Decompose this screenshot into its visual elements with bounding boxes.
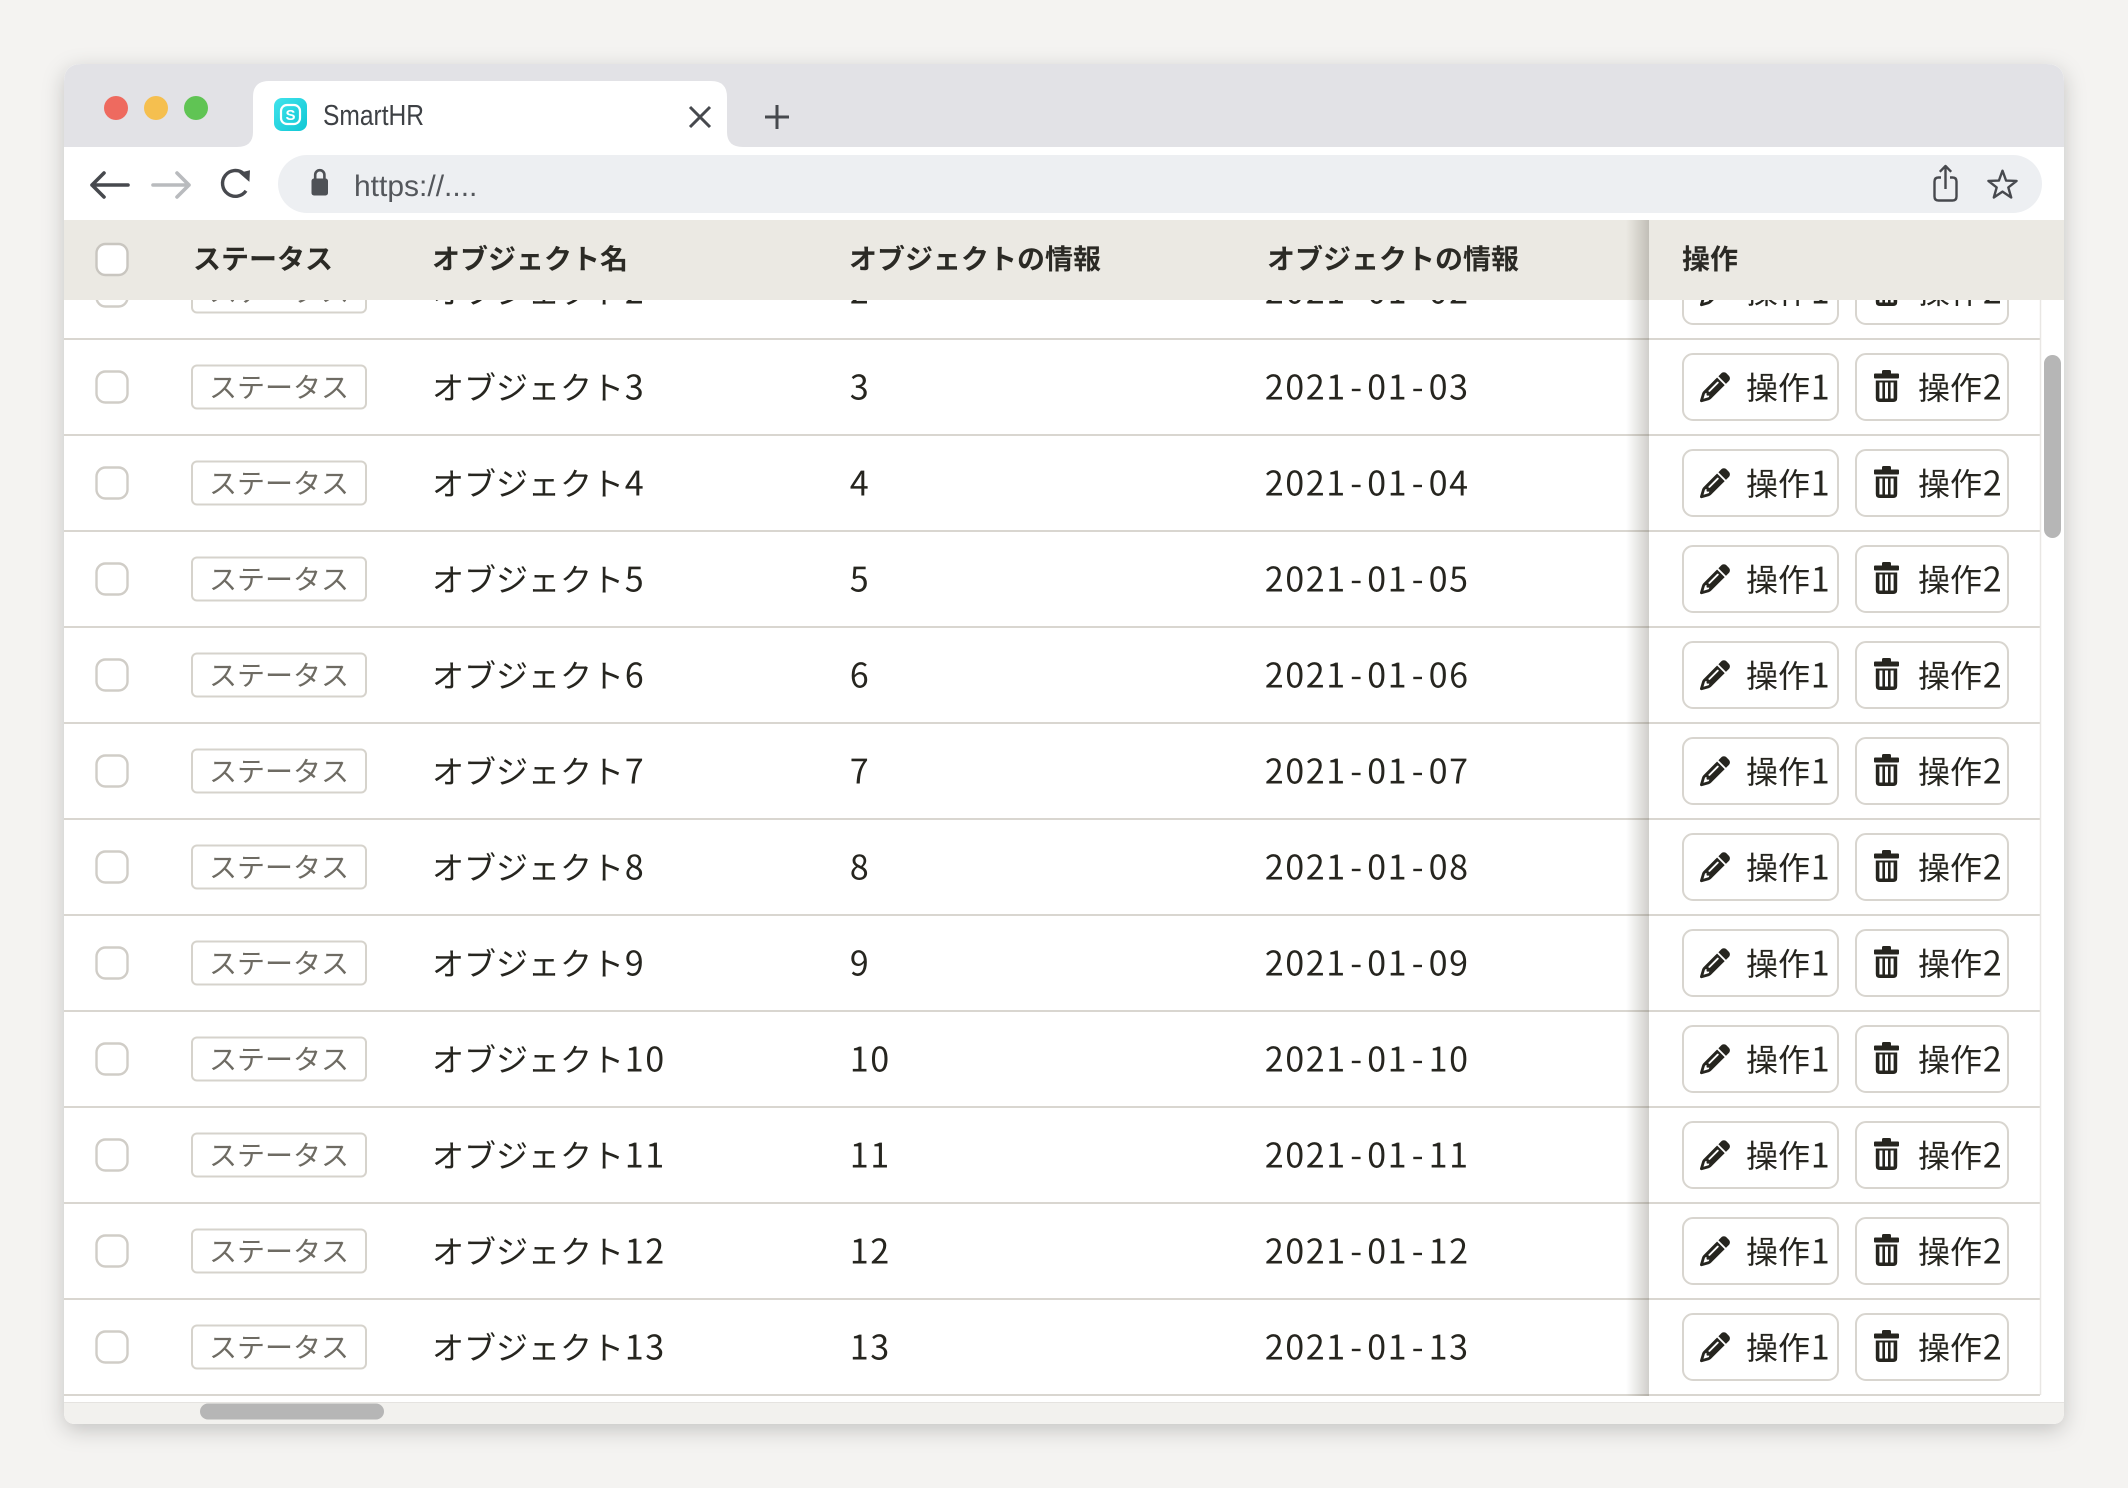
svg-text:S: S [285,107,295,124]
svg-text:SmartHR: SmartHR [323,100,424,132]
svg-text:https://....: https://.... [354,170,477,203]
